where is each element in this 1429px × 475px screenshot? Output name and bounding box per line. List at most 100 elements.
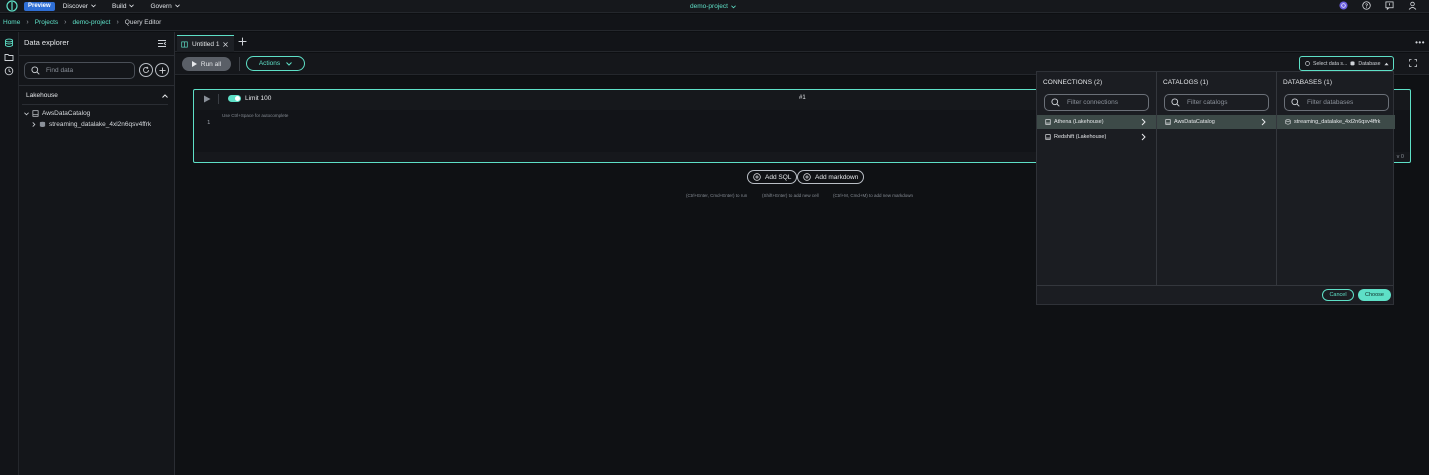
search-icon	[1171, 98, 1180, 107]
tree-item-database[interactable]: streaming_datalake_4xl2n6qsv4ffrk	[32, 121, 151, 128]
chevron-right-icon	[1141, 133, 1146, 141]
database-select-label: Database	[1358, 60, 1381, 67]
add-sql-label: Add SQL	[765, 173, 792, 181]
catalog-item-awsdatacatalog[interactable]: AwsDataCatalog	[1157, 115, 1276, 129]
divider	[218, 94, 219, 104]
divider	[19, 55, 175, 56]
divider	[19, 85, 175, 86]
run-all-label: Run all	[200, 60, 222, 68]
add-sql-button[interactable]: Add SQL	[747, 170, 798, 184]
connection-item-label: Athena (Lakehouse)	[1054, 119, 1104, 125]
connection-item-redshift[interactable]: Redshift (Lakehouse)	[1037, 130, 1156, 144]
datasource-picker: CONNECTIONS (2) Filter connections Athen…	[1036, 71, 1395, 305]
chevron-right-icon	[32, 122, 36, 127]
play-icon[interactable]	[203, 95, 211, 103]
breadcrumb-projects[interactable]: Projects	[35, 19, 58, 26]
catalog-icon	[1045, 134, 1051, 140]
row-count: v 0	[1396, 154, 1404, 160]
ai-assistant-icon[interactable]	[1339, 1, 1348, 10]
shortcut-new-markdown: (Ctrl+M, Cmd+M) to add new markdown	[833, 193, 914, 198]
divider	[1037, 285, 1393, 286]
breadcrumb-project[interactable]: demo-project	[73, 19, 111, 26]
tabs-bar: Untitled 1 •••	[175, 32, 1429, 52]
run-all-button[interactable]: Run all	[182, 57, 231, 71]
actions-button[interactable]: Actions	[246, 56, 305, 71]
refresh-icon	[143, 66, 149, 73]
add-markdown-button[interactable]: Add markdown	[797, 170, 865, 184]
nav-build-label: Build	[111, 2, 127, 10]
nav-build[interactable]: Build	[111, 2, 135, 10]
filter-databases-placeholder: Filter databases	[1307, 99, 1354, 106]
history-icon[interactable]	[4, 66, 14, 76]
add-data-button[interactable]	[155, 63, 169, 77]
nav-discover[interactable]: Discover	[63, 3, 96, 10]
tree-item-catalog[interactable]: AwsDataCatalog	[24, 110, 90, 117]
limit-label: Limit 100	[245, 95, 272, 102]
lakehouse-section-header[interactable]: Lakehouse	[26, 92, 168, 99]
plus-circle-icon	[753, 173, 761, 181]
search-icon	[1051, 98, 1060, 107]
collapse-panel-icon[interactable]	[157, 39, 167, 48]
refresh-button[interactable]	[139, 63, 153, 77]
explorer-title: Data explorer	[24, 38, 70, 47]
find-data-placeholder: Find data	[46, 67, 74, 74]
filter-connections-input[interactable]: Filter connections	[1044, 94, 1149, 111]
left-icon-rail	[0, 32, 19, 475]
search-icon	[1291, 98, 1300, 107]
find-data-input[interactable]: Find data	[24, 62, 135, 79]
datasource-select[interactable]: Select data s... Database	[1299, 56, 1394, 71]
database-icon	[1350, 61, 1355, 66]
cancel-button[interactable]: Cancel	[1322, 289, 1354, 301]
connection-item-athena[interactable]: Athena (Lakehouse)	[1037, 115, 1156, 129]
shortcut-new-cell: (Shift+Enter) to add new cell	[762, 193, 819, 198]
plus-icon	[158, 66, 166, 74]
user-icon[interactable]	[1408, 1, 1417, 10]
database-item-streaming[interactable]: streaming_datalake_4xl2n6qsv4ffrk	[1277, 115, 1395, 129]
chevron-right-icon: ›	[64, 18, 67, 26]
breadcrumb-current: Query Editor	[124, 18, 162, 26]
preview-badge: Preview	[24, 1, 55, 11]
breadcrumb: Home › Projects › demo-project › Query E…	[0, 14, 1429, 31]
close-icon[interactable]	[223, 41, 229, 47]
databases-title: DATABASES (1)	[1283, 79, 1333, 86]
feedback-icon[interactable]	[1385, 1, 1394, 10]
more-icon[interactable]: •••	[1415, 39, 1425, 47]
filter-catalogs-input[interactable]: Filter catalogs	[1164, 94, 1269, 111]
tree-catalog-label: AwsDataCatalog	[42, 110, 91, 117]
tab-untitled-1[interactable]: Untitled 1	[177, 35, 234, 52]
project-name: demo-project	[690, 3, 728, 10]
logo-icon[interactable]	[6, 0, 18, 12]
top-bar: Preview Discover Build Govern demo-proje…	[0, 0, 1429, 13]
catalog-icon	[1045, 119, 1051, 125]
autocomplete-hint: Use Ctrl+Space for autocomplete	[222, 113, 289, 118]
add-markdown-label: Add markdown	[815, 173, 859, 181]
nav-govern[interactable]: Govern	[150, 3, 180, 10]
filter-catalogs-placeholder: Filter catalogs	[1187, 99, 1228, 106]
breadcrumb-home[interactable]: Home	[3, 19, 20, 26]
tree-database-label: streaming_datalake_4xl2n6qsv4ffrk	[49, 121, 152, 128]
connection-item-label: Redshift (Lakehouse)	[1054, 134, 1107, 140]
chevron-down-icon	[731, 4, 736, 8]
datasource-icon	[1305, 61, 1310, 66]
datasource-label: Select data s...	[1313, 60, 1348, 67]
limit-toggle[interactable]	[228, 95, 241, 102]
tab-label: Untitled 1	[192, 40, 220, 48]
help-icon[interactable]	[1362, 1, 1371, 10]
folder-icon[interactable]	[4, 52, 14, 62]
choose-button[interactable]: Choose	[1358, 289, 1391, 301]
tab-icon	[181, 41, 188, 47]
chevron-down-icon	[286, 61, 293, 66]
project-switcher[interactable]: demo-project	[690, 1, 736, 12]
catalogs-title: CATALOGS (1)	[1163, 79, 1209, 86]
lakehouse-label: Lakehouse	[26, 92, 58, 99]
plus-icon[interactable]	[238, 37, 247, 46]
play-icon	[191, 61, 197, 67]
catalog-icon	[32, 110, 39, 117]
catalogs-column: CATALOGS (1) Filter catalogs AwsDataCata…	[1157, 72, 1277, 285]
database-icon[interactable]	[4, 38, 14, 48]
filter-databases-input[interactable]: Filter databases	[1284, 94, 1389, 111]
chevron-right-icon	[1141, 118, 1146, 126]
divider	[239, 57, 240, 71]
chevron-up-icon	[162, 93, 168, 98]
expand-icon[interactable]	[1409, 59, 1417, 67]
